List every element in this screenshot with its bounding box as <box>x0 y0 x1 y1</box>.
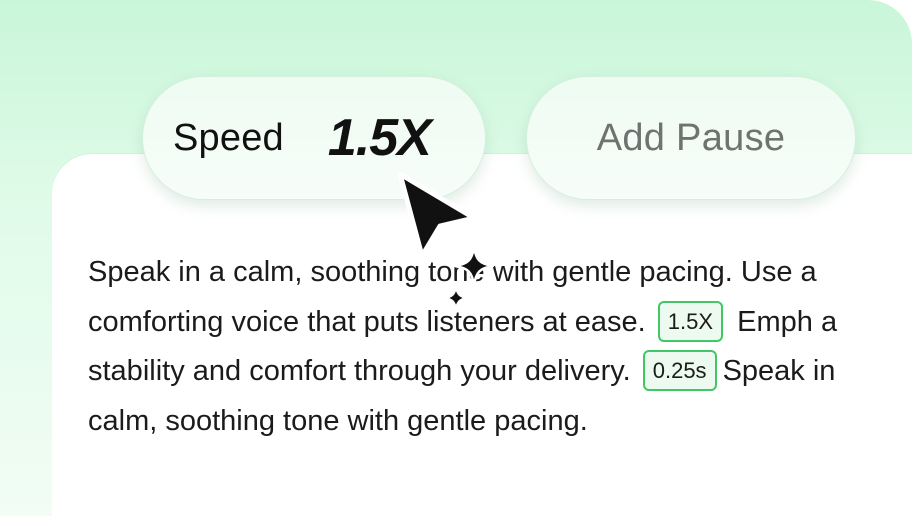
script-line-2-text: comforting voice that puts listeners at … <box>88 305 646 338</box>
pause-tag[interactable]: 0.25s <box>642 350 717 391</box>
speed-label: Speed <box>173 116 284 159</box>
voice-editor-stage: Speed 1.5X Add Pause Speak in a calm, so… <box>0 0 912 516</box>
speed-tag[interactable]: 1.5X <box>657 300 724 342</box>
add-pause-button[interactable]: Add Pause <box>526 76 856 200</box>
small-sparkle-icon <box>444 286 468 310</box>
script-line-2-tail: Emph a <box>737 305 838 338</box>
add-pause-label: Add Pause <box>596 116 786 159</box>
ai-sparkle-icon <box>454 246 494 286</box>
speed-value: 1.5X <box>327 109 432 167</box>
script-line-3: stability and comfort through your deliv… <box>88 347 912 397</box>
script-line-3-tail: Speak in <box>722 355 836 387</box>
script-line-1: Speak in a calm, soothing tone with gent… <box>88 256 817 288</box>
script-line-3-text: stability and comfort through your deliv… <box>88 355 631 387</box>
script-line-2: comforting voice that puts listeners at … <box>88 298 912 348</box>
script-line-4: calm, soothing tone with gentle pacing. <box>88 404 588 437</box>
script-text[interactable]: Speak in a calm, soothing tone with gent… <box>88 248 912 446</box>
